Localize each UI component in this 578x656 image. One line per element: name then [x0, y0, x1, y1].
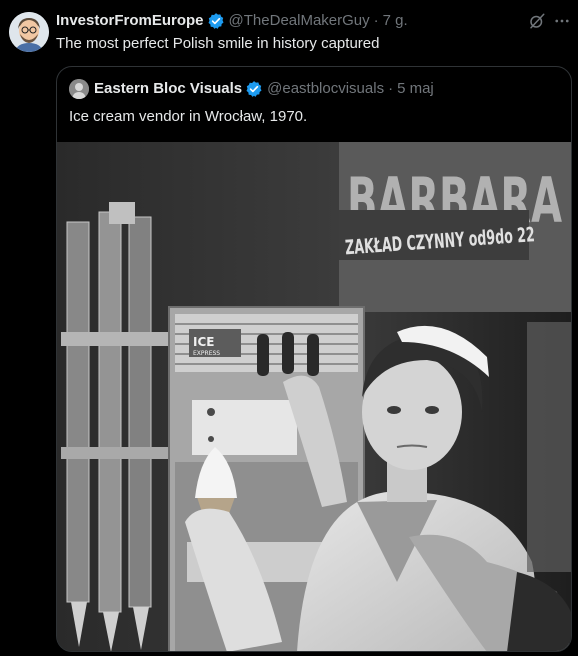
- quoted-post-text: Ice cream vendor in Wrocław, 1970.: [69, 108, 308, 125]
- author-avatar[interactable]: [9, 12, 49, 52]
- more-icon[interactable]: [553, 12, 571, 30]
- post-photo[interactable]: BARBARA ZAKŁAD CZYNNY od9do 22: [57, 142, 571, 651]
- machine-brand-label: ICE: [193, 335, 214, 349]
- quoted-author-handle[interactable]: @eastblocvisuals: [267, 79, 384, 99]
- post-text: The most perfect Polish smile in history…: [56, 35, 380, 52]
- quoted-post-time[interactable]: 5 maj: [397, 79, 434, 99]
- quoted-post[interactable]: Eastern Bloc Visuals @eastblocvisuals · …: [56, 66, 572, 652]
- author-name[interactable]: InvestorFromEurope: [56, 11, 204, 31]
- author-handle[interactable]: @TheDealMakerGuy: [229, 11, 370, 31]
- post-time[interactable]: 7 g.: [383, 11, 408, 31]
- grok-icon[interactable]: [528, 12, 546, 30]
- separator-dot: ·: [388, 80, 394, 97]
- verified-badge-icon[interactable]: [207, 12, 225, 30]
- quoted-author-name[interactable]: Eastern Bloc Visuals: [94, 79, 242, 99]
- tweet[interactable]: InvestorFromEurope @TheDealMakerGuy · 7 …: [0, 0, 578, 656]
- quoted-post-header: Eastern Bloc Visuals @eastblocvisuals · …: [69, 79, 434, 99]
- post-header: InvestorFromEurope @TheDealMakerGuy · 7 …: [56, 11, 408, 31]
- separator-dot: ·: [373, 12, 379, 29]
- verified-badge-icon[interactable]: [245, 80, 263, 98]
- machine-brand-sublabel: EXPRESS: [193, 350, 220, 357]
- quoted-author-avatar[interactable]: [69, 79, 89, 99]
